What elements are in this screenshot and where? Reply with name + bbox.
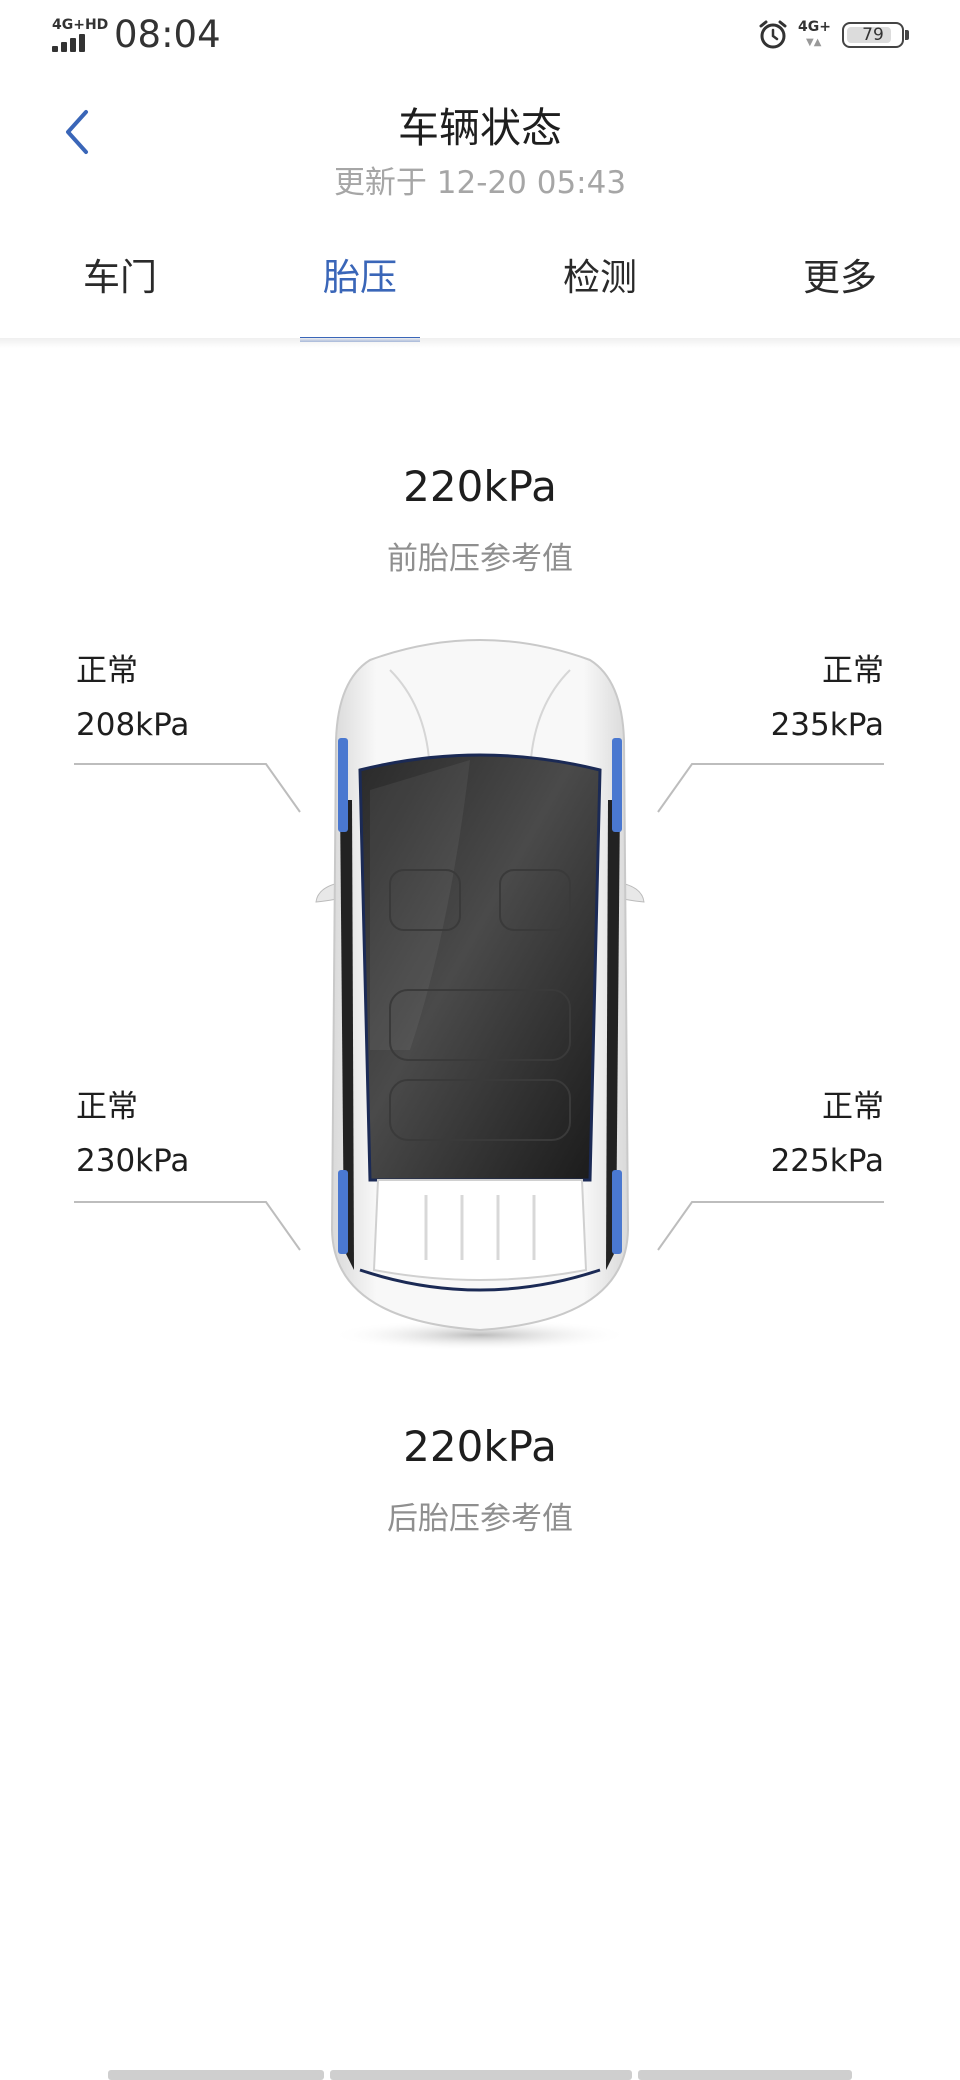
front-right-leader-line — [657, 763, 884, 813]
front-right-tire-pressure: 235kPa — [770, 707, 884, 743]
header-divider — [0, 338, 960, 348]
front-left-leader-line — [74, 763, 301, 813]
front-left-tire-status: 正常 — [76, 653, 138, 689]
battery-level: 79 — [862, 25, 884, 45]
rear-left-leader-line — [74, 1201, 301, 1251]
tab-more[interactable]: 更多 — [720, 248, 960, 342]
rear-right-tire-pressure: 225kPa — [770, 1143, 884, 1179]
battery-icon: 79 — [842, 22, 904, 48]
front-left-tire-pressure: 208kPa — [76, 707, 190, 743]
home-indicator-right — [638, 2070, 852, 2080]
rear-right-tire-marker — [612, 1170, 622, 1254]
rear-left-tire-status: 正常 — [76, 1089, 138, 1125]
status-time: 08:04 — [114, 13, 221, 56]
rear-right-tire-status: 正常 — [822, 1089, 884, 1125]
home-indicator-left — [108, 2070, 324, 2080]
front-left-tire-marker — [338, 738, 348, 832]
network-type-label: 4G+HD — [52, 17, 109, 33]
front-right-tire-status: 正常 — [822, 653, 884, 689]
front-right-tire-marker — [612, 738, 622, 832]
rear-reference-label: 后胎压参考值 — [387, 1501, 573, 1537]
tab-bar: 车门 胎压 检测 更多 — [0, 248, 960, 342]
tab-tire-pressure[interactable]: 胎压 — [240, 248, 480, 342]
front-reference-value: 220kPa — [403, 462, 557, 511]
data-activity-icon: ▼▲ — [806, 37, 822, 48]
home-indicator-center — [330, 2070, 632, 2080]
network-type-right: 4G+ — [798, 19, 831, 35]
car-top-view-image — [315, 639, 645, 1350]
alarm-icon — [759, 20, 787, 49]
rear-right-leader-line — [657, 1201, 884, 1251]
rear-left-tire-pressure: 230kPa — [76, 1143, 190, 1179]
battery-cap — [905, 30, 909, 40]
page-title: 车辆状态 — [398, 104, 562, 152]
rear-reference-value: 220kPa — [403, 1422, 557, 1471]
status-bar: 4G+HD 08:04 4G+ ▼▲ 79 — [0, 0, 960, 76]
tab-diagnostics[interactable]: 检测 — [480, 248, 720, 342]
update-timestamp: 更新于 12-20 05:43 — [333, 165, 627, 201]
rear-left-tire-marker — [338, 1170, 348, 1254]
signal-icon — [52, 34, 94, 52]
front-reference-label: 前胎压参考值 — [387, 541, 573, 577]
tab-doors[interactable]: 车门 — [0, 248, 240, 342]
